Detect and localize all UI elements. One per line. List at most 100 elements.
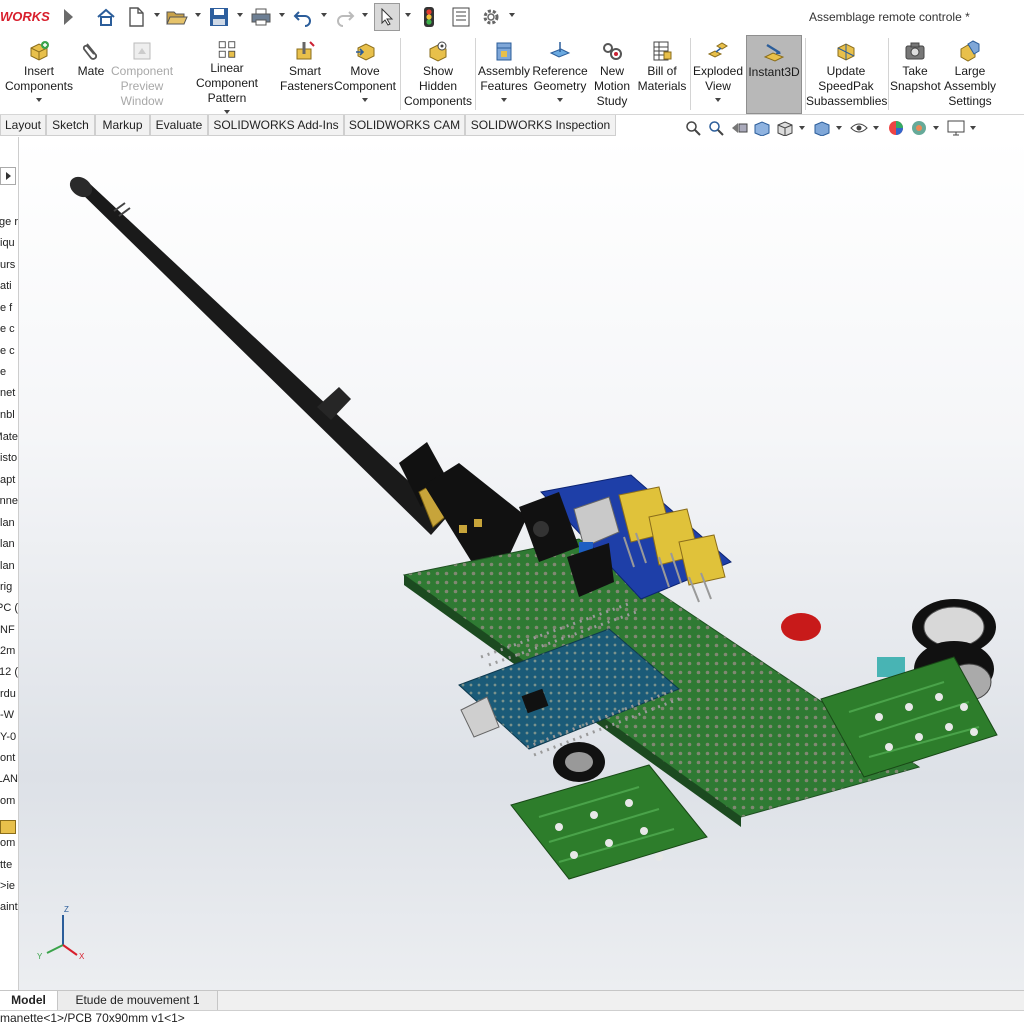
feature-tree-item[interactable]: lan <box>0 556 18 577</box>
redo-dropdown-caret-icon[interactable] <box>362 13 368 17</box>
feature-tree-item[interactable]: rig <box>0 577 18 598</box>
zoom-to-area-icon[interactable] <box>707 119 725 137</box>
new-document-icon[interactable] <box>125 6 147 28</box>
tab-solidworks-cam[interactable]: SOLIDWORKS CAM <box>344 115 465 136</box>
options-gear-icon[interactable] <box>480 6 502 28</box>
feature-tree-item[interactable]: e f <box>0 298 18 319</box>
feature-tree-item[interactable]: apt <box>0 470 18 491</box>
take-snapshot-button[interactable]: Take Snapshot <box>889 35 941 114</box>
tab-evaluate[interactable]: Evaluate <box>150 115 208 136</box>
feature-tree-item[interactable]: ie< <box>0 876 18 897</box>
apply-scene-caret-icon[interactable] <box>933 126 939 130</box>
edit-appearance-icon[interactable] <box>887 119 905 137</box>
view-settings-caret-icon[interactable] <box>970 126 976 130</box>
show-hidden-components-button[interactable]: Show Hidden Components <box>403 35 473 114</box>
zoom-to-fit-icon[interactable] <box>684 119 702 137</box>
display-style-caret-icon[interactable] <box>836 126 842 130</box>
feature-tree-item[interactable]: urs <box>0 255 18 276</box>
feature-tree-item[interactable]: net <box>0 383 18 404</box>
feature-tree-item[interactable]: lan <box>0 534 18 555</box>
antenna[interactable] <box>66 173 460 535</box>
insert-components-caret-icon[interactable] <box>36 98 42 102</box>
feature-tree-item[interactable]: rdu <box>0 684 18 705</box>
undo-icon[interactable] <box>292 6 314 28</box>
reference-geometry-caret-icon[interactable] <box>557 98 563 102</box>
tab-solidworks-add-ins[interactable]: SOLIDWORKS Add-Ins <box>208 115 344 136</box>
feature-tree-item[interactable]: e c <box>0 341 18 362</box>
large-assembly-settings-button[interactable]: Large Assembly Settings <box>943 35 997 114</box>
feature-tree-item[interactable]: ont <box>0 748 18 769</box>
previous-view-icon[interactable] <box>730 119 748 137</box>
tab-solidworks-inspection[interactable]: SOLIDWORKS Inspection <box>465 115 616 136</box>
feature-tree-item[interactable]: nbl <box>0 405 18 426</box>
open-icon[interactable] <box>166 6 188 28</box>
feature-tree-item[interactable]: ) 12 <box>0 662 18 683</box>
tab-model[interactable]: Model <box>0 991 58 1010</box>
feature-tree-item[interactable]: W- <box>0 705 18 726</box>
home-icon[interactable] <box>95 6 117 28</box>
reference-geometry-button[interactable]: Reference Geometry <box>531 35 589 114</box>
insert-components-button[interactable]: Insert Components <box>2 35 76 114</box>
update-speedpak-button[interactable]: Update SpeedPak Subassemblies <box>806 35 887 114</box>
undo-dropdown-caret-icon[interactable] <box>321 13 327 17</box>
display-style-icon[interactable] <box>813 119 831 137</box>
feature-tree-item[interactable]: om <box>0 791 18 812</box>
tab-sketch[interactable]: Sketch <box>46 115 95 136</box>
feature-tree-item[interactable]: LAN <box>0 769 18 790</box>
feature-tree-item[interactable]: Y-0 <box>0 727 18 748</box>
feature-tree-item[interactable]: ge r <box>0 212 18 233</box>
exploded-view-button[interactable]: Exploded View <box>692 35 744 114</box>
hide-show-items-icon[interactable] <box>850 119 868 137</box>
print-dropdown-caret-icon[interactable] <box>279 13 285 17</box>
graphics-viewport[interactable]: Z Y X <box>19 137 1024 990</box>
feature-tree-item[interactable]: aint <box>0 897 18 918</box>
select-pointer-icon[interactable] <box>374 3 400 31</box>
assembly-features-button[interactable]: Assembly Features <box>477 35 531 114</box>
apply-scene-icon[interactable] <box>910 119 928 137</box>
left-driver-board[interactable] <box>510 764 708 880</box>
view-settings-icon[interactable] <box>947 119 965 137</box>
feature-tree-item[interactable]: isto <box>0 448 18 469</box>
options-dropdown-caret-icon[interactable] <box>509 13 515 17</box>
tree-scroll-right-button[interactable] <box>0 167 16 185</box>
feature-tree-item[interactable]: lan <box>0 513 18 534</box>
menu-expand-arrow-icon[interactable] <box>64 9 73 25</box>
tab-motion-study-1[interactable]: Etude de mouvement 1 <box>58 991 218 1010</box>
rebuild-traffic-light-icon[interactable] <box>418 6 440 28</box>
feature-tree-item[interactable]: e <box>0 362 18 383</box>
feature-tree-item[interactable]: iqu <box>0 233 18 254</box>
open-dropdown-caret-icon[interactable] <box>195 13 201 17</box>
feature-tree-item[interactable]: NF <box>0 620 18 641</box>
feature-tree-item[interactable]: ) PC <box>0 598 18 619</box>
redo-icon[interactable] <box>334 6 356 28</box>
new-motion-study-button[interactable]: New Motion Study <box>591 35 633 114</box>
feature-tree-item[interactable]: nne <box>0 491 18 512</box>
tab-markup[interactable]: Markup <box>95 115 150 136</box>
tab-layout[interactable]: Layout <box>0 115 46 136</box>
move-component-button[interactable]: Move Component <box>333 35 397 114</box>
component-preview-window-button[interactable]: Component Preview Window <box>110 35 174 114</box>
assembly-3d-model[interactable]: Z Y X <box>19 137 1024 990</box>
print-icon[interactable] <box>250 6 272 28</box>
section-view-icon[interactable] <box>753 119 771 137</box>
feature-tree-item[interactable]: Mate <box>0 427 18 448</box>
left-motor-wheel[interactable] <box>553 742 605 782</box>
view-orientation-caret-icon[interactable] <box>799 126 805 130</box>
smart-fasteners-button[interactable]: Smart Fasteners <box>280 35 333 114</box>
feature-tree-item[interactable]: 2m <box>0 641 18 662</box>
exploded-view-caret-icon[interactable] <box>715 98 721 102</box>
linear-pattern-caret-icon[interactable] <box>224 110 230 114</box>
feature-tree-item[interactable]: tte <box>0 855 18 876</box>
view-orientation-icon[interactable] <box>776 119 794 137</box>
red-push-button[interactable] <box>781 613 821 641</box>
feature-tree-item[interactable]: e c <box>0 319 18 340</box>
move-component-caret-icon[interactable] <box>362 98 368 102</box>
hide-show-caret-icon[interactable] <box>873 126 879 130</box>
save-icon[interactable] <box>208 6 230 28</box>
assembly-features-caret-icon[interactable] <box>501 98 507 102</box>
new-dropdown-caret-icon[interactable] <box>154 13 160 17</box>
bill-of-materials-button[interactable]: Bill of Materials <box>636 35 688 114</box>
feature-tree-item[interactable]: ati <box>0 276 18 297</box>
instant3d-button[interactable]: Instant3D <box>746 35 802 114</box>
select-dropdown-caret-icon[interactable] <box>405 13 411 17</box>
